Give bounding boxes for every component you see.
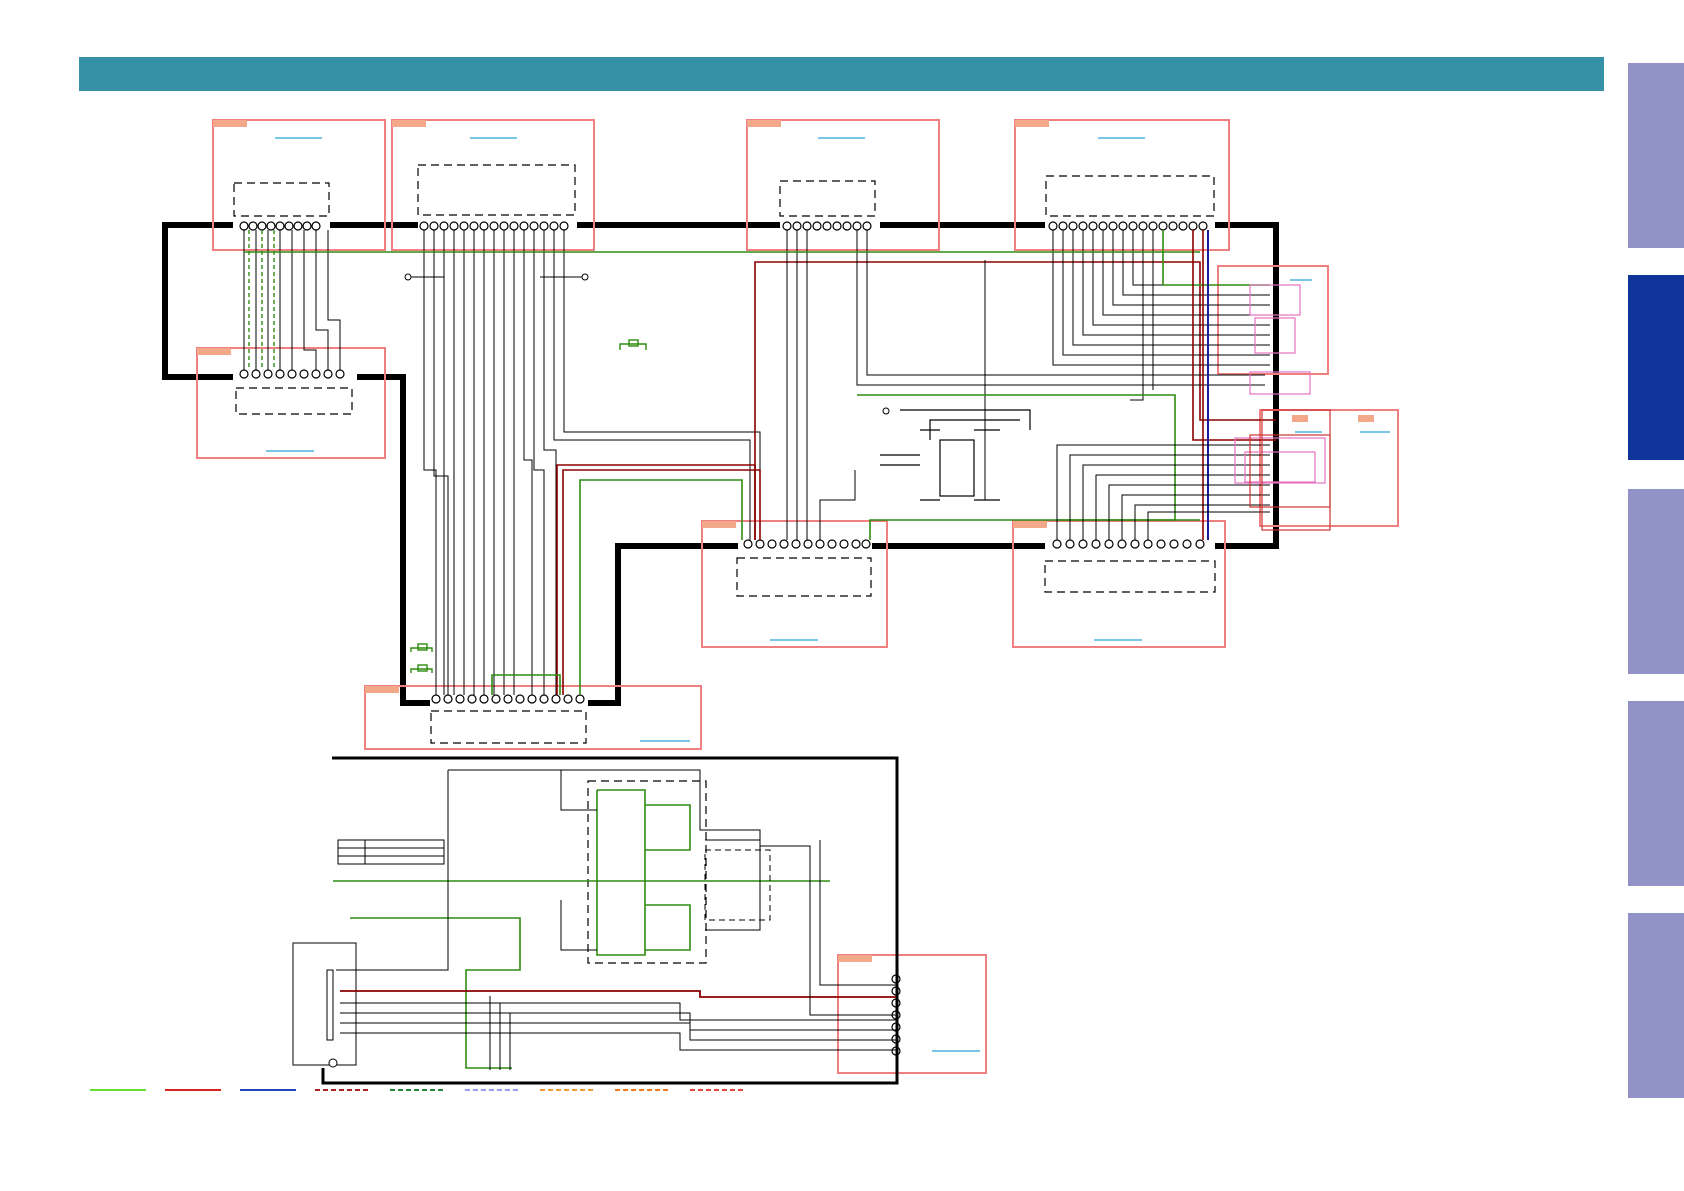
board-links	[266, 137, 1390, 1052]
pins-board-2	[419, 221, 569, 231]
wire-bundle-center	[423, 230, 761, 695]
pins-board-7	[1052, 539, 1205, 549]
wiring-schematic	[90, 119, 1399, 1091]
wire-bundle-center-red	[556, 261, 1276, 695]
power-connector-pins	[326, 969, 334, 1041]
pins-board-3	[782, 221, 872, 231]
pins-board-8	[431, 694, 585, 704]
terminal-points	[404, 273, 890, 415]
power-board-outline	[321, 756, 899, 1085]
board-4	[1014, 119, 1230, 251]
pins-board-6	[743, 539, 871, 549]
power-connector	[292, 942, 357, 1066]
board-1	[212, 119, 386, 251]
ic-central	[880, 409, 1031, 501]
power-board	[292, 756, 899, 1085]
switch-components	[410, 339, 647, 673]
right-sub-board-red	[1249, 409, 1331, 531]
board-9	[837, 954, 987, 1074]
board-3	[746, 119, 940, 251]
wire-bundle-top-right	[786, 230, 1270, 540]
connector-housings	[233, 164, 1216, 964]
pins-board-4	[1048, 221, 1208, 231]
main-harness-outline	[162, 222, 1279, 706]
pins-board-5	[239, 369, 345, 379]
board-5	[196, 347, 386, 459]
pins-board-1	[239, 221, 321, 231]
power-board-table	[337, 839, 445, 865]
board-11	[1259, 409, 1399, 527]
